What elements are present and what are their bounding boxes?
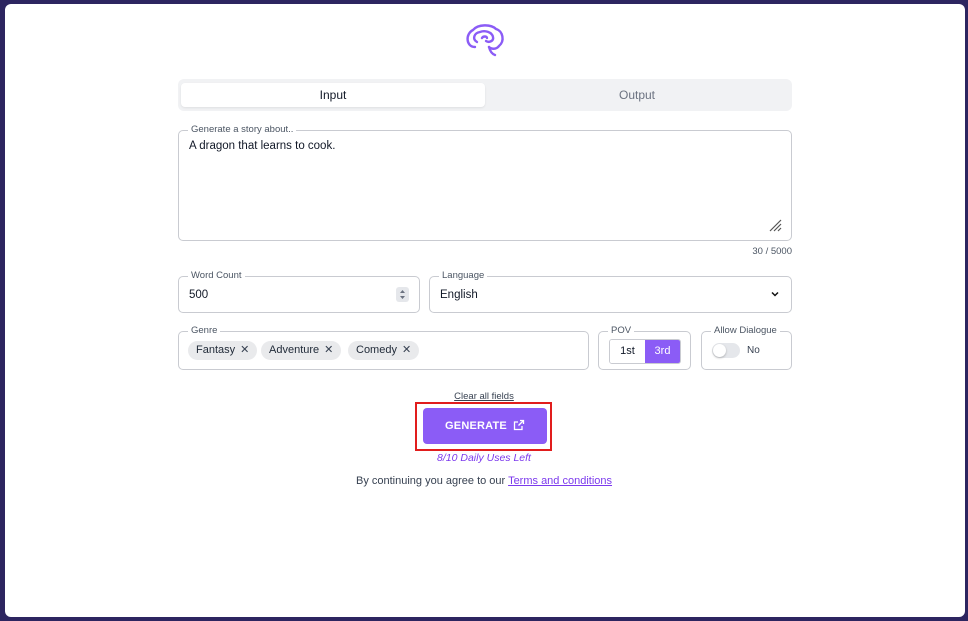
story-prompt-field[interactable]: Generate a story about.. A dragon that l… xyxy=(178,124,792,241)
remove-icon[interactable]: ✕ xyxy=(324,344,333,356)
word-count-field[interactable]: Word Count 500 xyxy=(178,270,420,313)
language-label: Language xyxy=(439,270,488,282)
allow-dialogue-field: Allow Dialogue No xyxy=(701,325,792,370)
tab-input[interactable]: Input xyxy=(181,83,485,107)
word-count-value[interactable]: 500 xyxy=(189,289,208,301)
pov-first-button[interactable]: 1st xyxy=(610,340,645,363)
remove-icon[interactable]: ✕ xyxy=(402,344,411,356)
pov-third-button[interactable]: 3rd xyxy=(645,340,680,363)
genre-field[interactable]: Genre Fantasy ✕ Adventure ✕ Comedy ✕ xyxy=(178,325,589,370)
brain-logo-icon xyxy=(466,24,504,57)
character-counter: 30 / 5000 xyxy=(752,246,792,257)
genre-label: Genre xyxy=(188,325,221,337)
genre-chip-comedy: Comedy ✕ xyxy=(348,341,420,360)
remove-icon[interactable]: ✕ xyxy=(240,344,249,356)
allow-dialogue-toggle[interactable] xyxy=(712,343,740,358)
word-count-label: Word Count xyxy=(188,270,245,282)
chip-label: Fantasy xyxy=(196,344,236,356)
chevron-down-icon xyxy=(771,291,779,297)
tab-bar: Input Output xyxy=(178,79,792,111)
terms-link[interactable]: Terms and conditions xyxy=(508,475,612,487)
story-prompt-label: Generate a story about.. xyxy=(188,124,297,136)
toggle-knob xyxy=(713,344,726,357)
tab-output[interactable]: Output xyxy=(485,83,789,107)
language-value: English xyxy=(440,289,478,301)
generate-button-label: GENERATE xyxy=(445,420,507,432)
terms-prefix: By continuing you agree to our xyxy=(355,475,506,487)
allow-dialogue-state: No xyxy=(747,345,760,356)
allow-dialogue-label: Allow Dialogue xyxy=(711,325,780,337)
genre-chip-fantasy: Fantasy ✕ xyxy=(188,341,258,360)
chip-label: Comedy xyxy=(356,344,397,356)
resize-handle-icon[interactable] xyxy=(768,218,782,232)
clear-all-fields-link[interactable]: Clear all fields xyxy=(454,391,514,402)
chip-label: Adventure xyxy=(269,344,320,356)
terms-notice: By continuing you agree to our Terms and… xyxy=(0,475,968,487)
language-select[interactable]: Language English xyxy=(429,270,792,313)
clear-fields-row: Clear all fields xyxy=(0,391,968,402)
story-prompt-value[interactable]: A dragon that learns to cook. xyxy=(189,140,335,152)
external-link-icon xyxy=(513,419,525,431)
genre-chip-adventure: Adventure ✕ xyxy=(261,341,342,360)
daily-uses-left: 8/10 Daily Uses Left xyxy=(437,452,531,464)
pov-field: POV 1st 3rd xyxy=(598,325,691,370)
number-stepper-icon[interactable] xyxy=(396,287,409,302)
generate-button[interactable]: GENERATE xyxy=(423,408,547,444)
pov-toggle-group: 1st 3rd xyxy=(609,339,681,364)
pov-label: POV xyxy=(608,325,635,337)
